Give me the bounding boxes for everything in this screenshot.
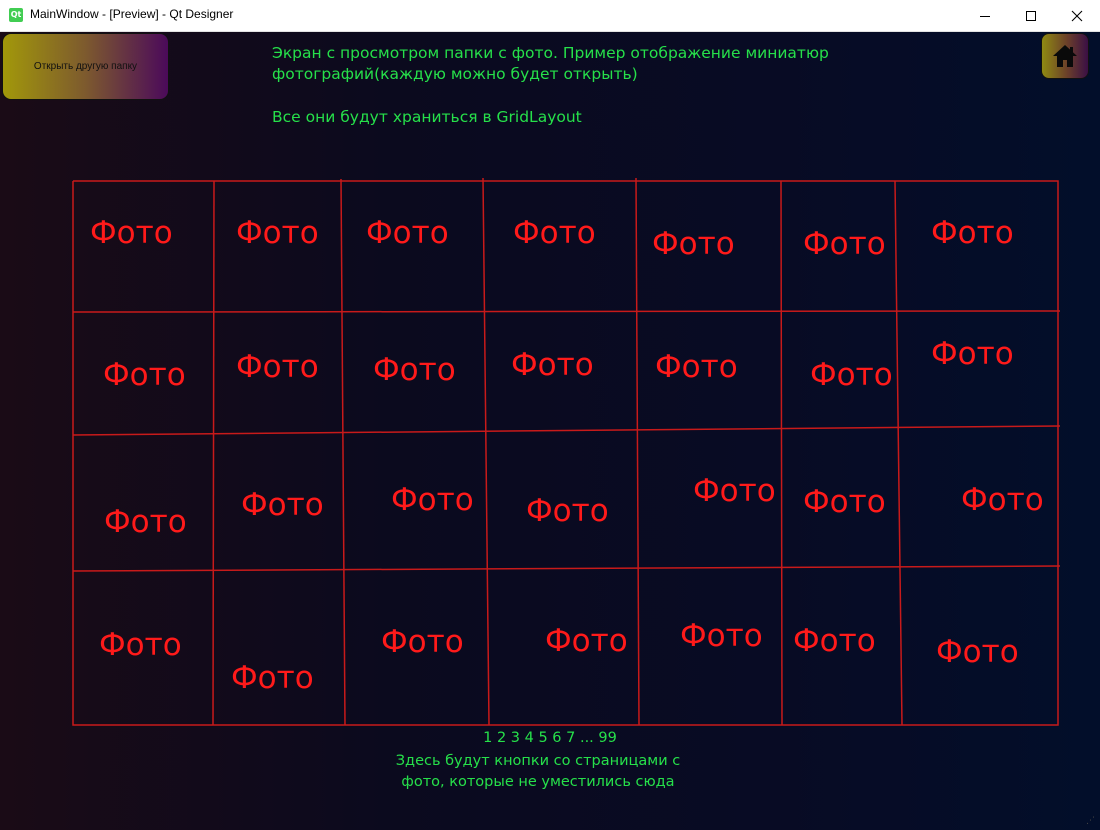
photo-cell[interactable]: Фото	[961, 485, 1044, 516]
close-button[interactable]	[1054, 0, 1100, 31]
maximize-icon	[1026, 10, 1036, 21]
pagination[interactable]: 1 2 3 4 5 6 7 ... 99	[0, 730, 1100, 746]
resize-grip-icon[interactable]: ⋰	[1086, 816, 1096, 826]
photo-cell[interactable]: Фото	[366, 218, 449, 249]
maximize-button[interactable]	[1008, 0, 1054, 31]
photo-cell[interactable]: Фото	[513, 218, 596, 249]
photo-cell[interactable]: Фото	[680, 621, 763, 652]
photo-cell[interactable]: Фото	[810, 360, 893, 391]
photo-cell[interactable]: Фото	[241, 490, 324, 521]
photo-cell[interactable]: Фото	[931, 339, 1014, 370]
photo-cell[interactable]: Фото	[793, 626, 876, 657]
photo-cell[interactable]: Фото	[103, 360, 186, 391]
window-title: MainWindow - [Preview] - Qt Designer	[30, 7, 234, 21]
photo-cell[interactable]: Фото	[99, 630, 182, 661]
photo-cell[interactable]: Фото	[381, 627, 464, 658]
photo-cell[interactable]: Фото	[693, 476, 776, 507]
photo-cell[interactable]: Фото	[545, 626, 628, 657]
photo-cell[interactable]: Фото	[526, 496, 609, 527]
photo-cell[interactable]: Фото	[803, 229, 886, 260]
photo-cell[interactable]: Фото	[236, 218, 319, 249]
photo-cell[interactable]: Фото	[90, 218, 173, 249]
window-titlebar: Qt MainWindow - [Preview] - Qt Designer	[0, 0, 1100, 32]
photo-cell[interactable]: Фото	[931, 218, 1014, 249]
photo-cell[interactable]: Фото	[231, 663, 314, 694]
photo-cell[interactable]: Фото	[104, 507, 187, 538]
minimize-icon	[980, 15, 990, 17]
pagination-note-line-1: Здесь будут кнопки со страницами с	[395, 753, 681, 769]
pagination-note-line-2: фото, которые не уместились сюда	[401, 774, 675, 790]
photo-cell[interactable]: Фото	[652, 229, 735, 260]
photo-cell[interactable]: Фото	[391, 485, 474, 516]
qt-icon: Qt	[9, 8, 23, 22]
pagination-note: Здесь будут кнопки со страницами с фото,…	[388, 751, 688, 793]
photo-cell[interactable]: Фото	[936, 637, 1019, 668]
close-icon	[1071, 10, 1083, 21]
main-window-content: Открыть другую папку Экран с просмотром …	[0, 32, 1100, 830]
photo-cell[interactable]: Фото	[511, 350, 594, 381]
minimize-button[interactable]	[962, 0, 1008, 31]
photo-cell[interactable]: Фото	[655, 352, 738, 383]
photo-cell[interactable]: Фото	[803, 487, 886, 518]
photo-grid-lines	[72, 177, 1061, 726]
photo-cell[interactable]: Фото	[236, 352, 319, 383]
photo-cell[interactable]: Фото	[373, 355, 456, 386]
